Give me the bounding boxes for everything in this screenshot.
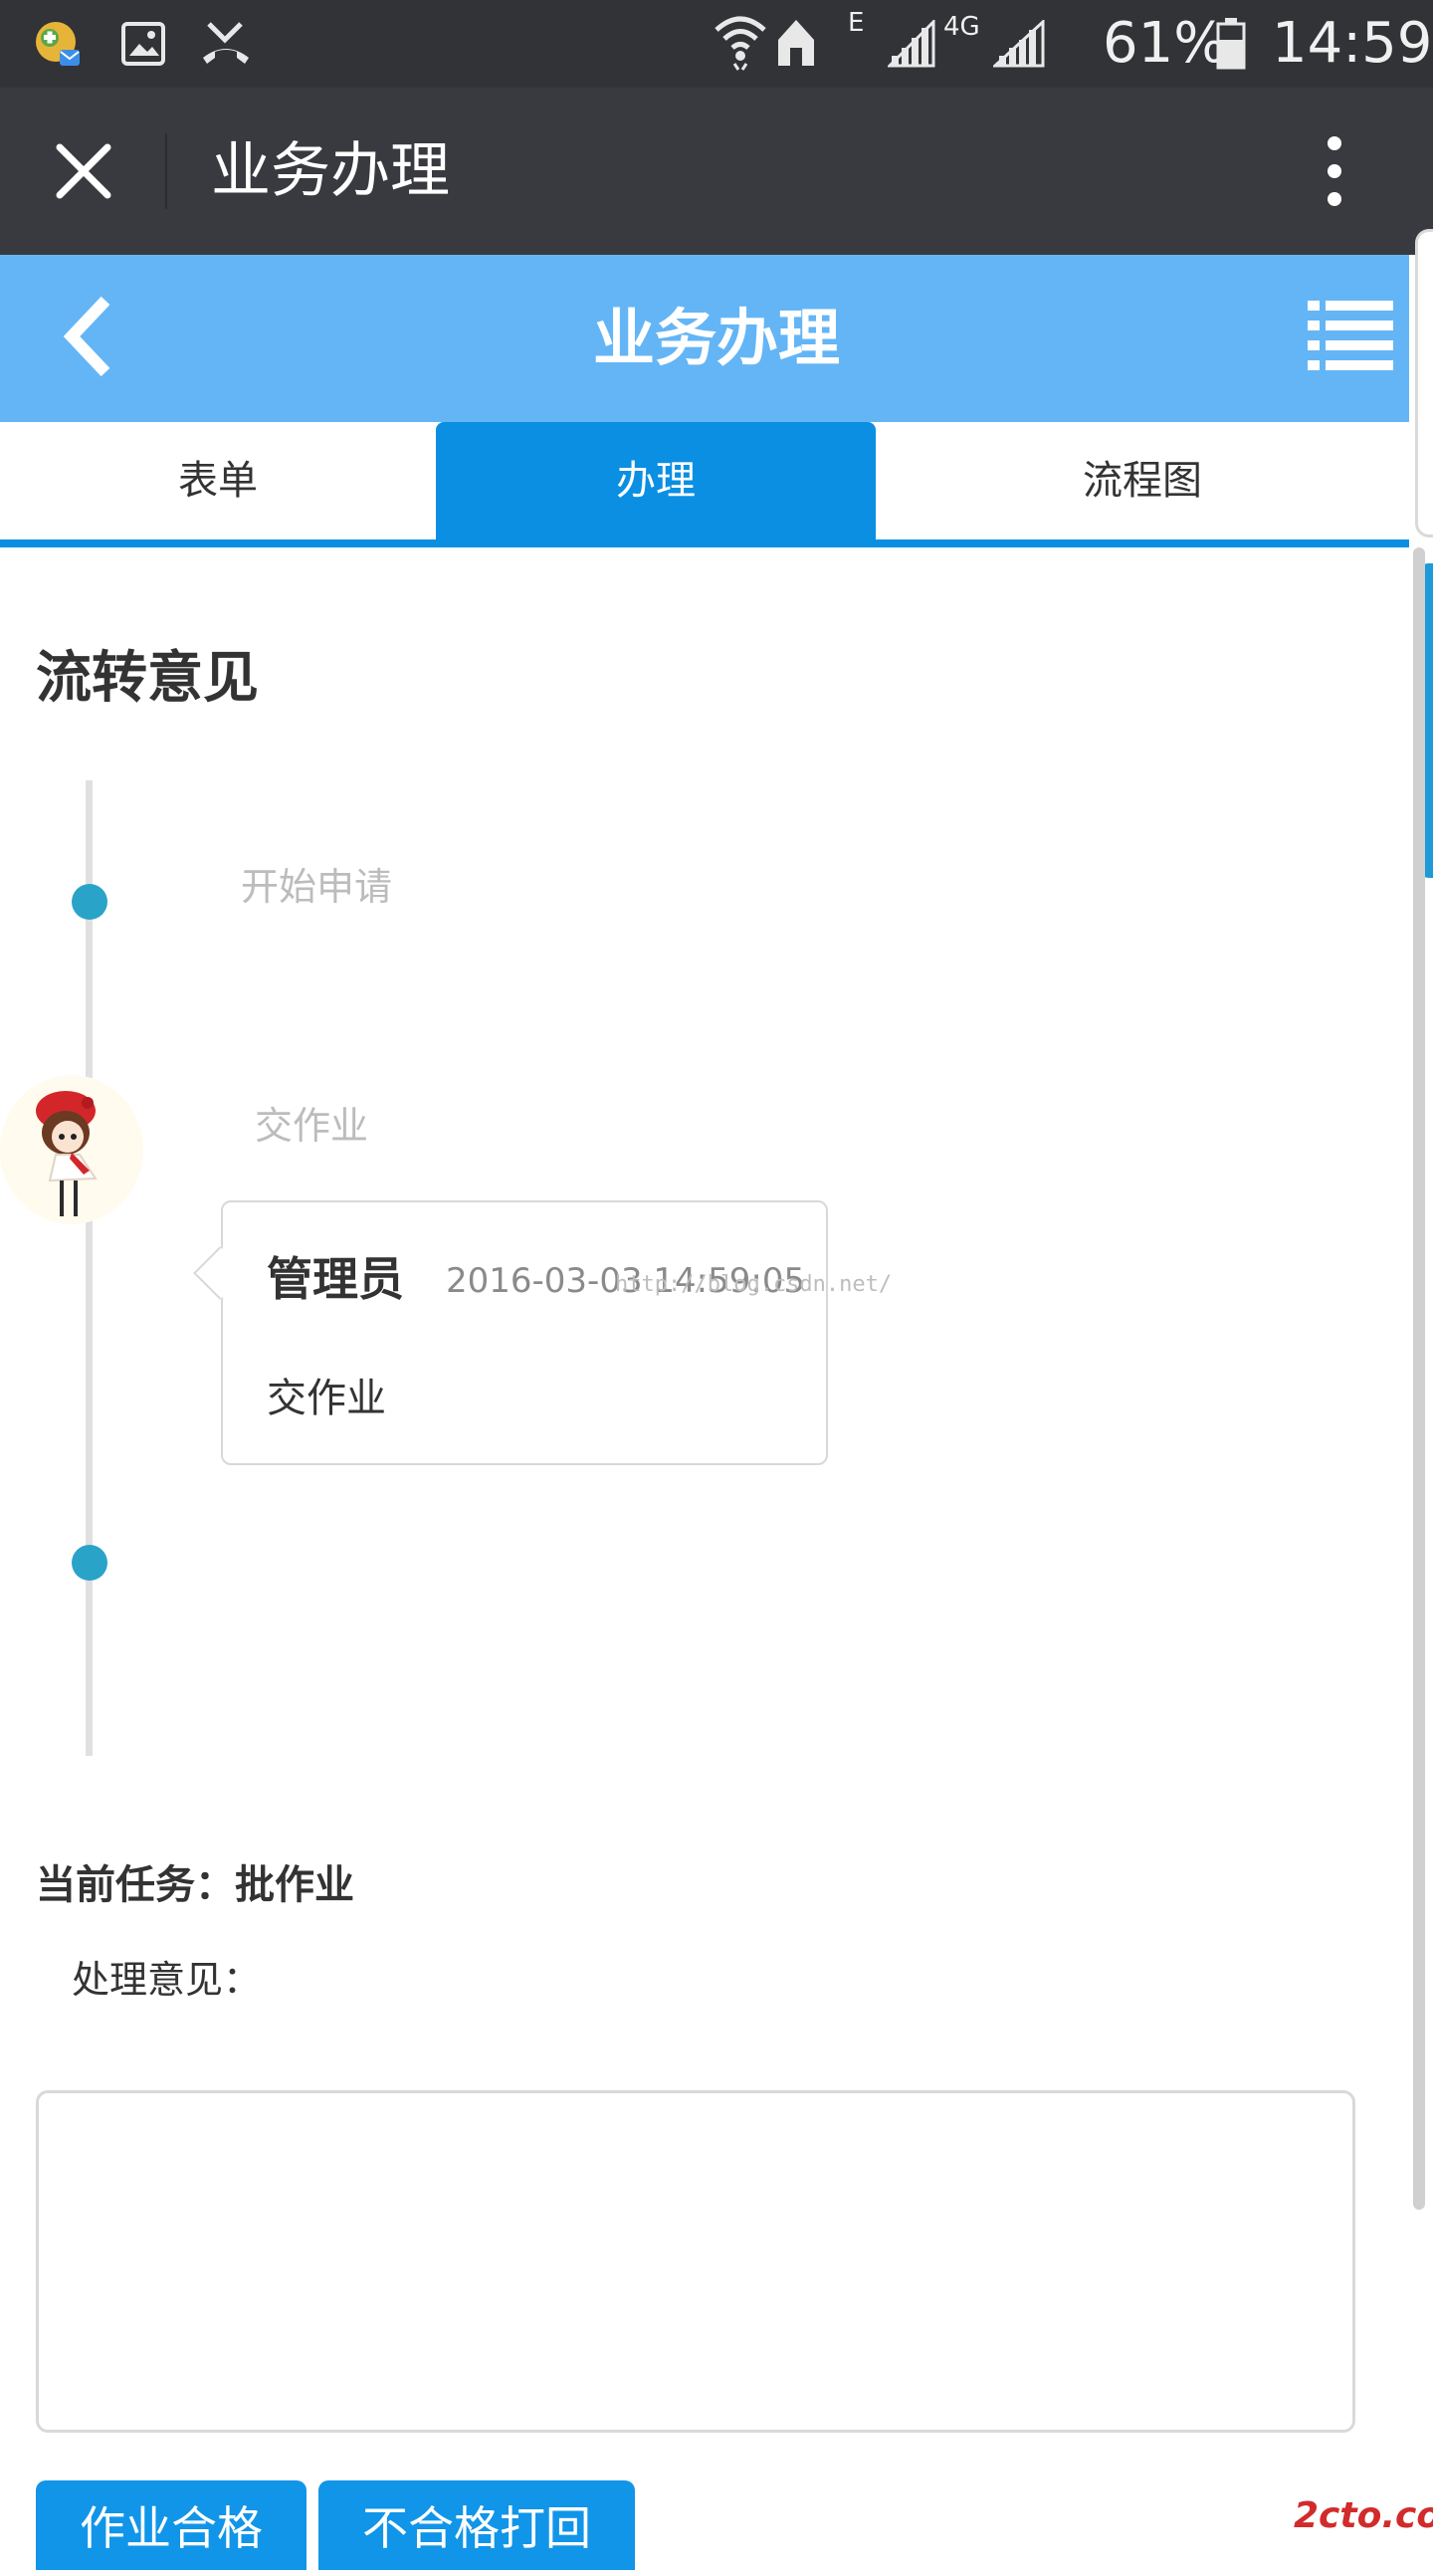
- watermark-text: http://blog.csdn.net/: [615, 1272, 893, 1297]
- home-icon: [778, 20, 814, 66]
- signal-2-icon: [993, 20, 1045, 68]
- comment-card: 管理员 2016-03-03 14:59:05 http://blog.csdn…: [193, 1200, 892, 1465]
- tab-form[interactable]: 表单: [0, 422, 436, 539]
- opinion-label: 处理意见：: [72, 1958, 262, 2002]
- wechat-page-title: 业务办理: [211, 136, 450, 206]
- wechat-title-bar: 业务办理: [0, 88, 1433, 255]
- more-options-icon[interactable]: [1320, 133, 1349, 209]
- status-bar: E 4G 61% 14:59: [0, 0, 1433, 88]
- timeline-dot: [72, 1545, 107, 1581]
- comment-content: 交作业: [267, 1376, 386, 1421]
- timeline-step-label: 交作业: [255, 1104, 369, 1148]
- battery-percent: 61%: [1103, 11, 1227, 76]
- comment-author: 管理员: [267, 1252, 404, 1306]
- wifi-icon: [715, 16, 766, 71]
- reject-button[interactable]: 不合格打回: [318, 2480, 635, 2570]
- battery-icon: [1216, 18, 1246, 70]
- page-scroll-track: [1415, 229, 1433, 537]
- current-task-label: 当前任务：批作业: [36, 1862, 354, 1908]
- missed-call-icon: [203, 22, 249, 64]
- timeline-dot: [72, 884, 107, 920]
- menu-list-icon[interactable]: [1308, 299, 1393, 370]
- network-4g-label: 4G: [943, 12, 980, 42]
- app-header: 业务办理: [0, 255, 1409, 422]
- tab-handle[interactable]: 办理: [436, 422, 876, 539]
- signal-icon: [888, 20, 935, 68]
- corner-logo: 2cto.com: [1294, 2495, 1433, 2536]
- timeline-step-label: 开始申请: [241, 865, 393, 909]
- opinion-textarea[interactable]: [36, 2090, 1355, 2433]
- app-notification-icon: [36, 22, 80, 66]
- close-icon[interactable]: [54, 141, 113, 201]
- page-title: 业务办理: [592, 302, 840, 374]
- avatar: [0, 1075, 143, 1224]
- title-divider: [165, 133, 167, 209]
- card-pointer: [193, 1246, 247, 1300]
- tab-bar: 表单 办理 流程图: [0, 422, 1409, 545]
- tab-underline: [0, 539, 1409, 547]
- pass-button[interactable]: 作业合格: [36, 2480, 307, 2570]
- clock: 14:59: [1272, 11, 1433, 76]
- content-scrollbar[interactable]: [1413, 547, 1425, 2210]
- network-e-label: E: [848, 8, 865, 38]
- timeline-line: [86, 780, 93, 1756]
- section-title: 流转意见: [36, 646, 259, 711]
- gallery-icon: [121, 22, 165, 66]
- tab-flowchart[interactable]: 流程图: [876, 422, 1409, 539]
